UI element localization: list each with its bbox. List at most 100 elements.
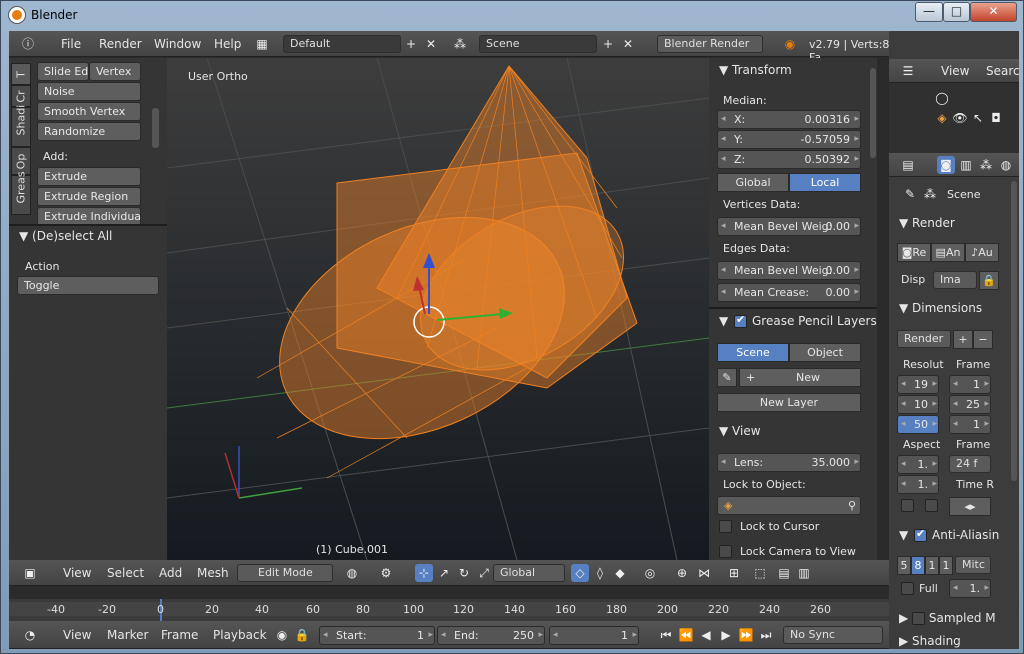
gp-new-layer-button[interactable]: New Layer <box>717 393 861 412</box>
pivot-icon[interactable]: ⚙ <box>377 564 395 582</box>
vertex-select-icon[interactable]: ◇ <box>571 564 589 582</box>
remove-preset-icon[interactable]: − <box>973 330 993 349</box>
maximize-button[interactable]: □ <box>943 2 970 22</box>
jump-start-icon[interactable]: ⏮ <box>657 626 675 644</box>
extrude-region-button[interactable]: Extrude Region <box>37 187 141 206</box>
aa-samples-5[interactable]: 5 <box>897 556 911 575</box>
pencil-icon[interactable]: ✎ <box>717 368 737 387</box>
timeline-area[interactable] <box>9 602 889 616</box>
proportional-edit-icon[interactable]: ◎ <box>641 564 659 582</box>
extrude-button[interactable]: Extrude <box>37 167 141 186</box>
layers-tab-icon[interactable]: ▥ <box>957 156 975 174</box>
tab-tools[interactable]: T <box>11 63 31 85</box>
frame-start-field[interactable]: 1 <box>949 375 991 394</box>
viewport-menu-add[interactable]: Add <box>159 566 182 580</box>
lock-icon[interactable]: 🔒 <box>293 626 311 644</box>
minimize-button[interactable]: — <box>915 2 943 22</box>
aa-samples-16[interactable]: 1 <box>939 556 953 575</box>
fps-select[interactable]: 24 f <box>949 455 991 473</box>
tab-grease-pencil[interactable]: Greas <box>11 171 31 215</box>
mode-select[interactable]: Edit Mode <box>237 564 333 582</box>
eyedropper-icon[interactable]: ⚲ <box>848 497 856 514</box>
toolshelf-scrollbar[interactable] <box>152 108 159 148</box>
crop-checkbox[interactable] <box>925 499 938 512</box>
vertex-bevel-weight-field[interactable]: Mean Bevel Weig:0.00 <box>717 217 861 236</box>
animation-icon[interactable]: ▥ <box>795 564 813 582</box>
frame-step-field[interactable]: 1 <box>949 415 991 434</box>
render-preview-icon[interactable]: ⊞ <box>725 564 743 582</box>
noise-button[interactable]: Noise <box>37 82 141 101</box>
start-frame-field[interactable]: Start:1 <box>319 626 435 645</box>
jump-end-icon[interactable]: ⏭ <box>757 626 775 644</box>
editor-type-icon[interactable]: ▣ <box>21 564 39 582</box>
sampled-motion-blur-title[interactable]: ▶ Sampled M <box>899 611 996 625</box>
lens-field[interactable]: Lens:35.000 <box>717 453 861 472</box>
resolution-percent-field[interactable]: 50 <box>897 415 939 434</box>
current-frame-field[interactable]: 1 <box>549 626 639 645</box>
timeline-menu-frame[interactable]: Frame <box>161 628 198 642</box>
render-engine-select[interactable]: Blender Render <box>657 35 763 53</box>
grease-pencil-checkbox[interactable] <box>734 313 747 328</box>
full-sample-checkbox[interactable] <box>901 582 914 595</box>
timeline-ruler[interactable]: -40 -20 0 20 40 60 80 100 120 140 160 18… <box>9 599 889 621</box>
gp-new-button[interactable]: + New <box>739 368 861 387</box>
randomize-button[interactable]: Randomize <box>37 122 141 141</box>
edit-mesh[interactable] <box>244 65 652 482</box>
remove-scene-icon[interactable]: ✕ <box>619 35 637 53</box>
scene-field[interactable]: Scene <box>479 35 597 53</box>
timeline-menu-playback[interactable]: Playback <box>213 628 267 642</box>
snap-icon[interactable]: ⊕ <box>673 564 691 582</box>
world-tab-icon[interactable]: ◍ <box>997 156 1015 174</box>
global-toggle[interactable]: Global <box>717 173 789 192</box>
panel-scrollbar[interactable] <box>870 68 876 158</box>
outliner-area[interactable]: ◯ ◈ 👁 ↖ ◘ <box>889 83 1019 153</box>
properties-editor-icon[interactable]: ▤ <box>899 156 917 174</box>
motion-blur-checkbox[interactable] <box>912 612 926 625</box>
sync-select[interactable]: No Sync <box>783 626 883 644</box>
median-x-field[interactable]: X:0.00316 <box>717 110 861 129</box>
display-select[interactable]: Ima <box>933 271 977 289</box>
shading-section-title[interactable]: ▶ Shading <box>899 634 961 648</box>
play-reverse-icon[interactable]: ◀ <box>697 626 715 644</box>
tab-create[interactable]: Cr <box>11 85 31 107</box>
resolution-x-field[interactable]: 19 <box>897 375 939 394</box>
viewport-menu-select[interactable]: Select <box>107 566 144 580</box>
median-y-field[interactable]: Y:-0.57059 <box>717 130 861 149</box>
viewport-shading-icon[interactable]: ◍ <box>343 564 361 582</box>
outliner-menu-view[interactable]: View <box>941 64 969 78</box>
render-preset-select[interactable]: Render <box>897 330 951 348</box>
slide-edge-button[interactable]: Slide Ed <box>37 62 89 81</box>
lock-interface-icon[interactable]: 🔒 <box>979 271 999 290</box>
3d-viewport[interactable]: User Ortho (1) Cube.001 <box>167 58 709 560</box>
anti-aliasing-checkbox[interactable] <box>914 527 927 542</box>
orientation-select[interactable]: Global <box>493 564 565 582</box>
remove-layout-icon[interactable]: ✕ <box>422 35 440 53</box>
menu-help[interactable]: Help <box>214 37 241 51</box>
viewport-menu-mesh[interactable]: Mesh <box>197 566 229 580</box>
info-editor-icon[interactable]: ⓘ <box>19 35 37 53</box>
view-panel-title[interactable]: ▼ View <box>719 424 761 438</box>
menu-render[interactable]: Render <box>99 37 142 51</box>
aa-filter-select[interactable]: Mitc <box>955 556 991 574</box>
scene-icon[interactable]: ⁂ <box>451 35 469 53</box>
aspect-y-field[interactable]: 1. <box>897 475 939 494</box>
anti-aliasing-panel-title[interactable]: ▼ <box>899 528 908 542</box>
border-checkbox[interactable] <box>901 499 914 512</box>
sidebar-scrollbar[interactable] <box>1011 181 1017 481</box>
translate-icon[interactable]: ↗ <box>435 564 453 582</box>
dimensions-section-title[interactable]: ▼ Dimensions <box>899 301 982 315</box>
record-icon[interactable]: ◉ <box>273 626 291 644</box>
scene-tab-icon[interactable]: ⁂ <box>977 156 995 174</box>
tab-shading[interactable]: Shadi <box>11 105 31 147</box>
time-remap-field[interactable]: ◂▸ <box>949 497 991 516</box>
jump-keyframe-back-icon[interactable]: ⏪ <box>677 626 695 644</box>
menu-window[interactable]: Window <box>154 37 201 51</box>
manipulator-icon[interactable]: ⊹ <box>415 564 433 582</box>
camera-icon[interactable]: ▤ <box>775 564 793 582</box>
add-preset-icon[interactable]: + <box>953 330 973 349</box>
local-toggle[interactable]: Local <box>789 173 861 192</box>
timeline-menu-marker[interactable]: Marker <box>107 628 148 642</box>
filter-size-field[interactable]: 1. <box>949 579 991 598</box>
opengl-render-icon[interactable]: ⬚ <box>751 564 769 582</box>
add-layout-icon[interactable]: + <box>402 35 420 53</box>
